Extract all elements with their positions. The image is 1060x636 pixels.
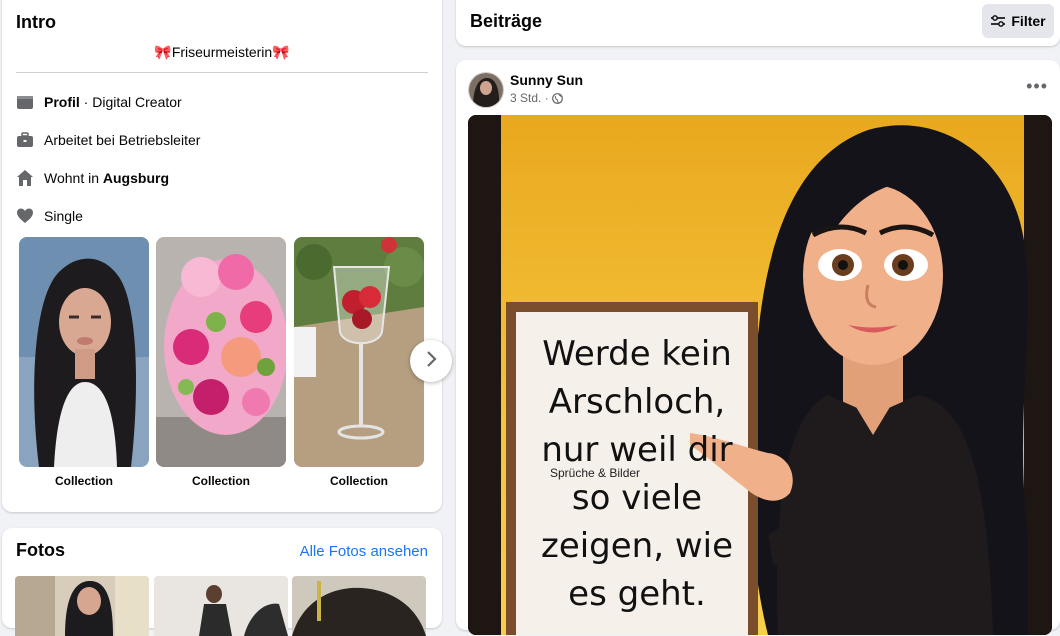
collection-flowers-image <box>156 237 286 467</box>
collection-tile-3[interactable] <box>294 237 424 467</box>
heart-icon <box>16 207 34 225</box>
more-options-icon[interactable]: ••• <box>1026 76 1048 97</box>
globe-icon <box>551 92 563 104</box>
intro-card: Intro 🎀Friseurmeisterin🎀 Profil · Digita… <box>2 0 452 512</box>
photo-thumb-image-3 <box>292 576 426 636</box>
post-image-text-4: so viele <box>571 478 703 518</box>
home-icon <box>16 169 34 187</box>
photo-thumb-image-2 <box>154 576 288 636</box>
avatar-image <box>469 73 503 107</box>
info-row-profile: Profil · Digital Creator <box>16 90 182 114</box>
home-city[interactable]: Augsburg <box>103 170 169 186</box>
profile-type: · Digital Creator <box>79 94 182 110</box>
author-avatar[interactable] <box>468 72 504 108</box>
collection-tile-1[interactable] <box>19 237 149 467</box>
intro-bio: 🎀Friseurmeisterin🎀 <box>154 44 290 60</box>
fotos-card: Fotos Alle Fotos ansehen <box>2 528 442 636</box>
photo-thumb-1[interactable] <box>15 576 149 636</box>
collection-tile-2[interactable] <box>156 237 286 467</box>
info-row-work: Arbeitet bei Betriebsleiter <box>16 128 200 152</box>
collection-label-2: Collection <box>191 474 250 488</box>
intro-title: Intro <box>16 12 56 32</box>
post-image-text-5: zeigen, wie <box>540 526 734 566</box>
filter-button[interactable]: Filter <box>982 4 1054 38</box>
info-row-home: Wohnt in Augsburg <box>16 166 169 190</box>
photo-thumb-3[interactable] <box>292 576 426 636</box>
post-card: Sunny Sun 3 Std. · ••• Werde kein Arschl… <box>456 60 1060 635</box>
post-author[interactable]: Sunny Sun <box>510 72 583 88</box>
photo-thumb-2[interactable] <box>154 576 288 636</box>
beitraege-header-card: Beiträge Filter <box>456 0 1060 46</box>
fotos-title: Fotos <box>16 540 65 560</box>
beitraege-title: Beiträge <box>470 11 543 31</box>
post-image[interactable]: Werde kein Arschloch, nur weil dir so vi… <box>468 115 1052 635</box>
collection-label-1: Collection <box>54 474 113 488</box>
work-bag-icon <box>16 131 34 149</box>
relationship-text: Single <box>44 208 83 224</box>
collection-glass-image <box>294 237 424 467</box>
carousel-next-button[interactable] <box>410 340 452 382</box>
filter-label: Filter <box>1011 13 1046 29</box>
info-row-relationship: Single <box>16 204 83 228</box>
work-text[interactable]: Arbeitet bei Betriebsleiter <box>44 132 200 148</box>
post-image-text-1: Werde kein <box>542 334 732 374</box>
sliders-icon <box>990 14 1006 28</box>
collection-portrait-image <box>19 237 149 467</box>
intro-divider <box>16 72 428 73</box>
post-time[interactable]: 3 Std. · <box>510 91 549 105</box>
profile-label: Profil <box>44 94 80 110</box>
post-meta: 3 Std. · <box>510 91 563 105</box>
post-image-text-6: es geht. <box>568 574 706 614</box>
collection-label-3: Collection <box>329 474 388 488</box>
photo-thumb-image-1 <box>15 576 149 636</box>
all-photos-link[interactable]: Alle Fotos ansehen <box>300 543 428 560</box>
chevron-right-icon <box>424 348 438 374</box>
post-image-watermark: Sprüche & Bilder <box>550 466 641 480</box>
briefcase-profile-icon <box>16 93 34 111</box>
home-prefix: Wohnt in <box>44 170 103 186</box>
post-image-text-2: Arschloch, <box>548 382 726 422</box>
